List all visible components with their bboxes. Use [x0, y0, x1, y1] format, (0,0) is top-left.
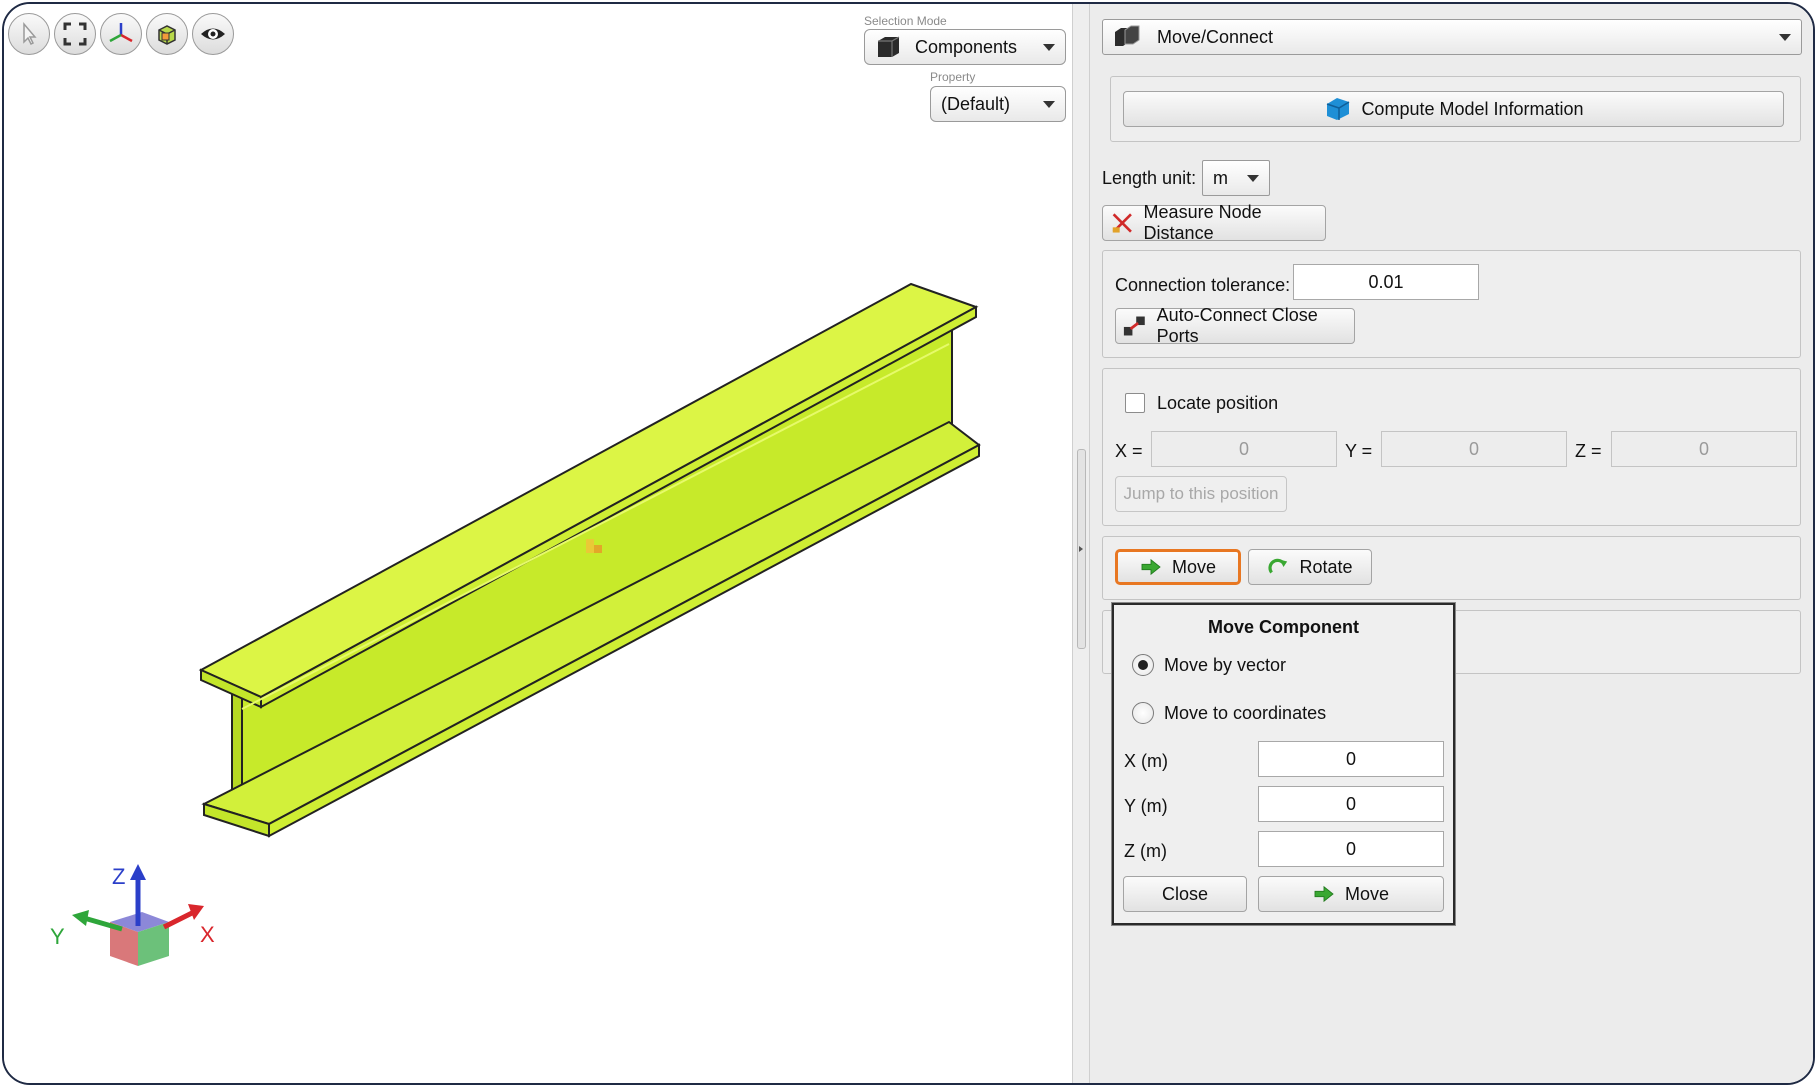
locate-y-input[interactable]: 0	[1381, 431, 1567, 467]
mode-dropdown-value: Move/Connect	[1157, 26, 1274, 47]
rotate-button[interactable]: Rotate	[1248, 549, 1372, 585]
green-rotate-icon	[1268, 558, 1288, 574]
chevron-down-icon	[1779, 34, 1791, 41]
measure-node-distance-button[interactable]: Measure Node Distance	[1102, 202, 1326, 243]
auto-connect-close-ports-button[interactable]: Auto-Connect Close Ports	[1115, 305, 1355, 346]
triad-x-label: X	[200, 922, 215, 947]
move-component-title: Move Component	[1208, 617, 1359, 637]
length-unit-label: Length unit:	[1102, 168, 1197, 188]
vector-z-input[interactable]: 0	[1258, 831, 1444, 867]
connect-ports-icon	[1123, 316, 1145, 336]
compute-model-information-label: Compute Model Information	[1361, 98, 1584, 119]
connection-tolerance-label: Connection tolerance:	[1115, 275, 1291, 295]
move-connect-icon	[1115, 25, 1140, 46]
move-button-label: Move	[1171, 556, 1216, 577]
apply-move-button[interactable]: Move	[1258, 876, 1444, 912]
compute-group: Compute Model Information	[1110, 76, 1801, 142]
caliper-icon	[1112, 213, 1132, 233]
collapse-arrow-icon[interactable]	[1079, 546, 1083, 552]
panel-splitter[interactable]	[1072, 4, 1090, 1083]
jump-to-position-button[interactable]: Jump to this position	[1115, 476, 1287, 512]
axis-triad: Z X Y	[50, 864, 215, 966]
connection-group: Connection tolerance: 0.01 Auto-Connect …	[1102, 250, 1801, 358]
close-dialog-button[interactable]: Close	[1123, 876, 1247, 912]
move-component-dialog: Move Component Move by vector Move to co…	[1112, 603, 1455, 925]
triad-y-label: Y	[50, 924, 65, 949]
application-window: Selection Mode Components Property (Defa…	[2, 2, 1815, 1085]
vector-x-input[interactable]: 0	[1258, 741, 1444, 777]
locate-y-label: Y =	[1345, 441, 1373, 461]
vector-x-label: X (m)	[1124, 751, 1168, 771]
green-arrow-right-icon	[1314, 885, 1334, 903]
compute-model-information-button[interactable]: Compute Model Information	[1123, 91, 1784, 127]
move-to-coordinates-label: Move to coordinates	[1164, 703, 1327, 723]
locate-x-input[interactable]: 0	[1151, 431, 1337, 467]
connection-tolerance-input[interactable]: 0.01	[1293, 264, 1479, 300]
mode-dropdown[interactable]: Move/Connect	[1102, 19, 1802, 55]
vector-z-label: Z (m)	[1124, 841, 1167, 861]
3d-viewport[interactable]: Selection Mode Components Property (Defa…	[4, 4, 1072, 1083]
transform-group: Move Rotate	[1102, 536, 1801, 600]
locate-position-group: Locate position X = 0 Y = 0 Z = 0 Jump t…	[1102, 368, 1801, 526]
green-arrow-right-icon	[1141, 558, 1161, 576]
move-by-vector-label: Move by vector	[1164, 655, 1287, 675]
locate-position-label: Locate position	[1157, 393, 1279, 413]
model-cube-icon	[1327, 98, 1350, 120]
locate-z-label: Z =	[1575, 441, 1602, 461]
measure-node-distance-label: Measure Node Distance	[1143, 202, 1262, 243]
vector-y-input[interactable]: 0	[1258, 786, 1444, 822]
locate-z-input[interactable]: 0	[1611, 431, 1797, 467]
move-button[interactable]: Move	[1115, 549, 1241, 585]
apply-move-label: Move	[1344, 883, 1389, 904]
rotate-button-label: Rotate	[1299, 556, 1353, 577]
locate-position-checkbox[interactable]	[1125, 393, 1145, 413]
chevron-down-icon	[1247, 175, 1259, 182]
move-to-coordinates-radio[interactable]	[1132, 702, 1154, 724]
vector-y-label: Y (m)	[1124, 796, 1168, 816]
length-unit-dropdown[interactable]: m	[1202, 160, 1270, 196]
length-unit-value: m	[1213, 167, 1228, 188]
auto-connect-close-ports-label: Auto-Connect Close Ports	[1156, 305, 1318, 346]
triad-z-label: Z	[112, 864, 125, 889]
locate-x-label: X =	[1115, 441, 1143, 461]
move-by-vector-radio[interactable]	[1132, 654, 1154, 676]
